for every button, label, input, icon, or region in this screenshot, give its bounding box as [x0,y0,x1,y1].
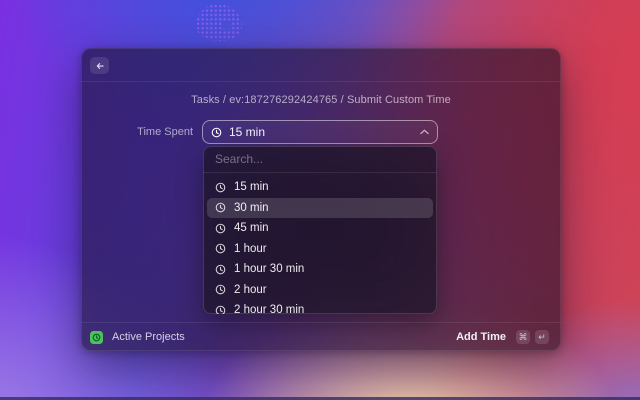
add-time-action[interactable]: Add Time ⌘ ↵ [456,330,549,344]
option-label: 30 min [234,201,269,214]
dropdown-option[interactable]: 1 hour 30 min [207,259,433,280]
clock-icon [215,243,226,254]
raycast-window: Tasks / ev:187276292424765 / Submit Cust… [81,48,561,351]
option-label: 1 hour 30 min [234,263,305,276]
time-spent-select[interactable]: 15 min [203,121,437,143]
clock-icon [215,284,226,295]
search-input[interactable] [203,146,437,173]
window-header [81,48,561,82]
time-spent-label: Time Spent [137,126,193,138]
cmd-key-icon: ⌘ [516,330,530,344]
dropdown-option[interactable]: 45 min [207,218,433,239]
clock-icon [211,127,222,138]
options-list: 15 min 30 min 45 min 1 hour 1 hour 30 mi… [203,173,437,314]
time-spent-field: Time Spent 15 min [81,121,561,143]
dropdown-option[interactable]: 1 hour [207,239,433,260]
option-label: 45 min [234,222,269,235]
clock-icon [215,305,226,314]
chevron-up-icon [420,129,429,135]
option-label: 2 hour [234,283,267,296]
enter-key-icon: ↵ [535,330,549,344]
breadcrumb: Tasks / ev:187276292424765 / Submit Cust… [191,94,451,106]
dropdown-option[interactable]: 15 min [207,177,433,198]
arrow-left-icon [95,61,105,71]
add-time-label: Add Time [456,331,506,343]
dropdown-option[interactable]: 2 hour 30 min [207,300,433,314]
source-label: Active Projects [112,331,185,343]
wallpaper-dotted-blob [196,4,242,41]
dropdown-option[interactable]: 2 hour [207,280,433,301]
time-options-dropdown: 15 min 30 min 45 min 1 hour 1 hour 30 mi… [203,146,437,314]
back-button[interactable] [90,57,109,74]
window-footer: Active Projects Add Time ⌘ ↵ [81,322,561,351]
clock-icon [215,202,226,213]
option-label: 15 min [234,181,269,194]
everhour-app-icon [90,330,103,344]
clock-icon [215,182,226,193]
option-label: 2 hour 30 min [234,304,305,314]
dropdown-option[interactable]: 30 min [207,197,433,218]
option-label: 1 hour [234,242,267,255]
select-value: 15 min [229,125,266,139]
clock-icon [215,223,226,234]
clock-icon [215,264,226,275]
